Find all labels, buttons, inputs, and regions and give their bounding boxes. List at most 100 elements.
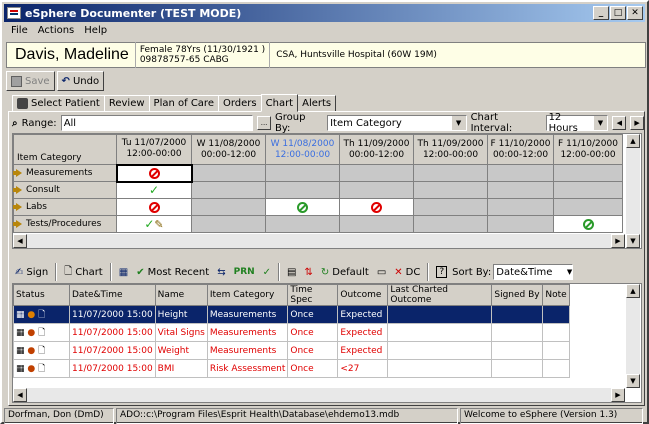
chart-cell[interactable] xyxy=(265,215,340,233)
orders-vscrollbar[interactable]: ▲ ▼ xyxy=(626,284,640,388)
menu-actions[interactable]: Actions xyxy=(33,24,80,40)
chart-vscrollbar[interactable]: ▲ ▼ xyxy=(626,134,640,248)
scroll-left-button[interactable]: ◀ xyxy=(13,388,27,402)
chart-cell[interactable] xyxy=(115,163,193,183)
prev-interval-button[interactable]: ◀ xyxy=(612,116,627,130)
chart-cell[interactable] xyxy=(116,198,192,216)
chart-cell[interactable] xyxy=(553,164,623,182)
range-input[interactable]: All xyxy=(60,115,254,131)
chart-cell[interactable] xyxy=(487,181,554,199)
next-interval-button[interactable]: ▶ xyxy=(630,116,645,130)
col-datetime[interactable]: Date&Time xyxy=(69,284,156,306)
prn-button[interactable]: PRN xyxy=(231,262,258,282)
minimize-button[interactable]: _ xyxy=(593,6,609,20)
col-item-category[interactable]: Item Category xyxy=(206,284,289,306)
tab-select-patient[interactable]: Select Patient xyxy=(12,95,105,112)
scroll-up-button[interactable]: ▲ xyxy=(626,134,640,148)
undo-button[interactable]: ↶ Undo xyxy=(56,71,105,91)
tab-orders[interactable]: Orders xyxy=(217,95,262,112)
chart-button[interactable]: 🗋 Chart xyxy=(61,262,106,282)
help-button[interactable]: ? xyxy=(433,262,450,282)
menu-file[interactable]: File xyxy=(6,24,33,40)
table-view-button[interactable]: ▤ xyxy=(284,262,299,282)
table-row[interactable]: ▦ ● 🗋 11/07/2000 15:00 BMI Risk Assessme… xyxy=(13,359,570,378)
chart-cell[interactable] xyxy=(413,181,488,199)
scroll-left-button[interactable]: ◀ xyxy=(13,234,27,248)
chart-cell[interactable] xyxy=(339,164,414,182)
col-status[interactable]: Status xyxy=(13,284,70,306)
col-time-spec[interactable]: Time Spec xyxy=(287,284,339,306)
chart-cell[interactable] xyxy=(413,215,488,233)
chart-cell[interactable] xyxy=(553,198,623,216)
table-row[interactable]: ▦ ● 🗋 11/07/2000 15:00 Vital Signs Measu… xyxy=(13,323,570,342)
sortby-select[interactable]: Date&Time ▼ xyxy=(493,264,574,280)
scroll-up-button[interactable]: ▲ xyxy=(626,284,640,298)
title-bar[interactable]: eSphere Documenter (TEST MODE) _ □ ✕ xyxy=(4,4,645,22)
default-button[interactable]: ↻ Default xyxy=(318,262,372,282)
transfer-button[interactable]: ⇆ xyxy=(214,262,228,282)
row-consult[interactable]: Consult xyxy=(13,181,117,199)
groupby-select[interactable]: Item Category ▼ xyxy=(327,115,467,131)
time-column-header[interactable]: W 11/08/2000 00:00-12:00 xyxy=(191,134,266,165)
scroll-right-button[interactable]: ▶ xyxy=(611,234,625,248)
chart-cell[interactable] xyxy=(553,181,623,199)
time-column-header[interactable]: Tu 11/07/2000 12:00-00:00 xyxy=(116,134,192,165)
time-column-header[interactable]: W 11/08/2000 12:00-00:00 xyxy=(265,134,340,165)
chart-cell[interactable] xyxy=(265,181,340,199)
scroll-down-button[interactable]: ▼ xyxy=(626,374,640,388)
row-tests-procedures[interactable]: Tests/Procedures xyxy=(13,215,117,233)
scroll-right-button[interactable]: ▶ xyxy=(611,388,625,402)
col-outcome[interactable]: Outcome xyxy=(337,284,389,306)
time-column-header[interactable]: F 11/10/2000 00:00-12:00 xyxy=(487,134,554,165)
check-button[interactable]: ✓ xyxy=(260,262,274,282)
chart-cell[interactable] xyxy=(265,198,340,216)
most-recent-button[interactable]: ✔ Most Recent xyxy=(133,262,212,282)
menu-help[interactable]: Help xyxy=(79,24,112,40)
calendar-button[interactable]: ▭ xyxy=(374,262,389,282)
chart-cell[interactable] xyxy=(191,164,266,182)
scroll-down-button[interactable]: ▼ xyxy=(626,234,640,248)
interval-select[interactable]: 12 Hours ▼ xyxy=(545,112,609,134)
chart-cell[interactable] xyxy=(191,198,266,216)
chart-cell[interactable] xyxy=(265,164,340,182)
time-column-header[interactable]: Th 11/09/2000 12:00-00:00 xyxy=(413,134,488,165)
sort-button[interactable]: ⇅ xyxy=(302,262,316,282)
chart-cell[interactable] xyxy=(487,215,554,233)
dc-button[interactable]: ✕ DC xyxy=(391,262,423,282)
close-button[interactable]: ✕ xyxy=(627,6,643,20)
row-labs[interactable]: Labs xyxy=(13,198,117,216)
chart-hscrollbar[interactable]: ◀ ▶ xyxy=(13,234,625,248)
chart-cell[interactable] xyxy=(487,198,554,216)
tab-alerts[interactable]: Alerts xyxy=(297,95,337,112)
table-row[interactable]: ▦ ● 🗋 11/07/2000 15:00 Height Measuremen… xyxy=(13,305,570,324)
binoculars-icon[interactable]: ⌕ xyxy=(12,118,18,129)
save-button[interactable]: Save xyxy=(6,71,55,91)
table-row[interactable]: ▦ ● 🗋 11/07/2000 15:00 Weight Measuremen… xyxy=(13,341,570,360)
chart-cell[interactable]: ✓✎ xyxy=(116,215,192,233)
time-column-header[interactable]: Th 11/09/2000 00:00-12:00 xyxy=(339,134,414,165)
chart-cell[interactable] xyxy=(487,164,554,182)
col-name[interactable]: Name xyxy=(154,284,208,306)
chart-cell[interactable] xyxy=(553,215,623,233)
col-signed-by[interactable]: Signed By xyxy=(491,284,544,306)
chart-cell[interactable] xyxy=(413,164,488,182)
tab-review[interactable]: Review xyxy=(103,95,150,112)
chart-cell[interactable] xyxy=(191,181,266,199)
chart-cell[interactable] xyxy=(339,181,414,199)
tab-chart[interactable]: Chart xyxy=(260,94,299,112)
time-column-header[interactable]: F 11/10/2000 12:00-00:00 xyxy=(553,134,623,165)
col-note[interactable]: Note xyxy=(542,284,570,306)
tab-plan-of-care[interactable]: Plan of Care xyxy=(148,95,219,112)
sign-button[interactable]: ✍ Sign xyxy=(12,262,51,282)
grid-view-button[interactable]: ▦ xyxy=(116,262,131,282)
range-browse-button[interactable]: ... xyxy=(257,116,271,130)
chart-cell[interactable] xyxy=(339,198,414,216)
row-measurements[interactable]: Measurements xyxy=(13,164,117,182)
maximize-button[interactable]: □ xyxy=(610,6,626,20)
chart-cell[interactable]: ✓ xyxy=(116,181,192,199)
orders-hscrollbar[interactable]: ◀ ▶ xyxy=(13,388,625,402)
chart-cell[interactable] xyxy=(413,198,488,216)
chart-cell[interactable] xyxy=(191,215,266,233)
chart-cell[interactable] xyxy=(339,215,414,233)
col-last-charted[interactable]: Last Charted Outcome xyxy=(387,284,493,306)
